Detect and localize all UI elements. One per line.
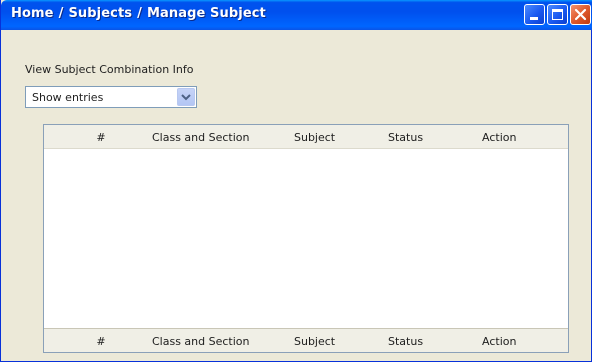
footer-column-subject: Subject (294, 335, 336, 348)
column-header-class-and-section[interactable]: Class and Section (152, 131, 250, 144)
table-body (44, 150, 568, 328)
close-button[interactable] (570, 4, 591, 25)
table-header: # Class and Section Subject Status Actio… (44, 125, 568, 149)
maximize-icon (552, 9, 563, 20)
column-header-action[interactable]: Action (482, 131, 516, 144)
breadcrumb-subjects[interactable]: Subjects (68, 6, 132, 21)
footer-column-number: # (96, 335, 106, 348)
dropdown-button[interactable] (177, 88, 195, 106)
minimize-button[interactable] (524, 4, 545, 25)
chevron-down-icon (181, 94, 191, 101)
subject-combination-table: # Class and Section Subject Status Actio… (43, 124, 569, 353)
minimize-icon (530, 17, 538, 20)
show-entries-select[interactable]: Show entries (25, 86, 197, 108)
breadcrumb: Home / Subjects / Manage Subject (11, 6, 266, 21)
title-bar[interactable]: Home / Subjects / Manage Subject (1, 0, 592, 30)
column-header-number[interactable]: # (91, 131, 111, 144)
footer-column-status: Status (388, 335, 424, 348)
section-title: View Subject Combination Info (25, 63, 194, 76)
window-controls (524, 4, 591, 25)
column-header-subject[interactable]: Subject (294, 131, 335, 144)
column-header-status[interactable]: Status (388, 131, 423, 144)
show-entries-value: Show entries (32, 91, 104, 104)
app-window: Home / Subjects / Manage Subject View Subjec… (0, 0, 592, 362)
breadcrumb-home[interactable]: Home (11, 6, 54, 21)
breadcrumb-separator: / (137, 6, 142, 21)
maximize-button[interactable] (547, 4, 568, 25)
close-icon (574, 8, 587, 21)
breadcrumb-separator: / (58, 6, 64, 21)
breadcrumb-manage-subject: Manage Subject (146, 6, 266, 21)
table-footer: # Class and Section Subject Status Actio… (44, 328, 568, 352)
footer-column-action: Action (482, 335, 517, 348)
footer-column-class-and-section: Class and Section (152, 335, 250, 348)
